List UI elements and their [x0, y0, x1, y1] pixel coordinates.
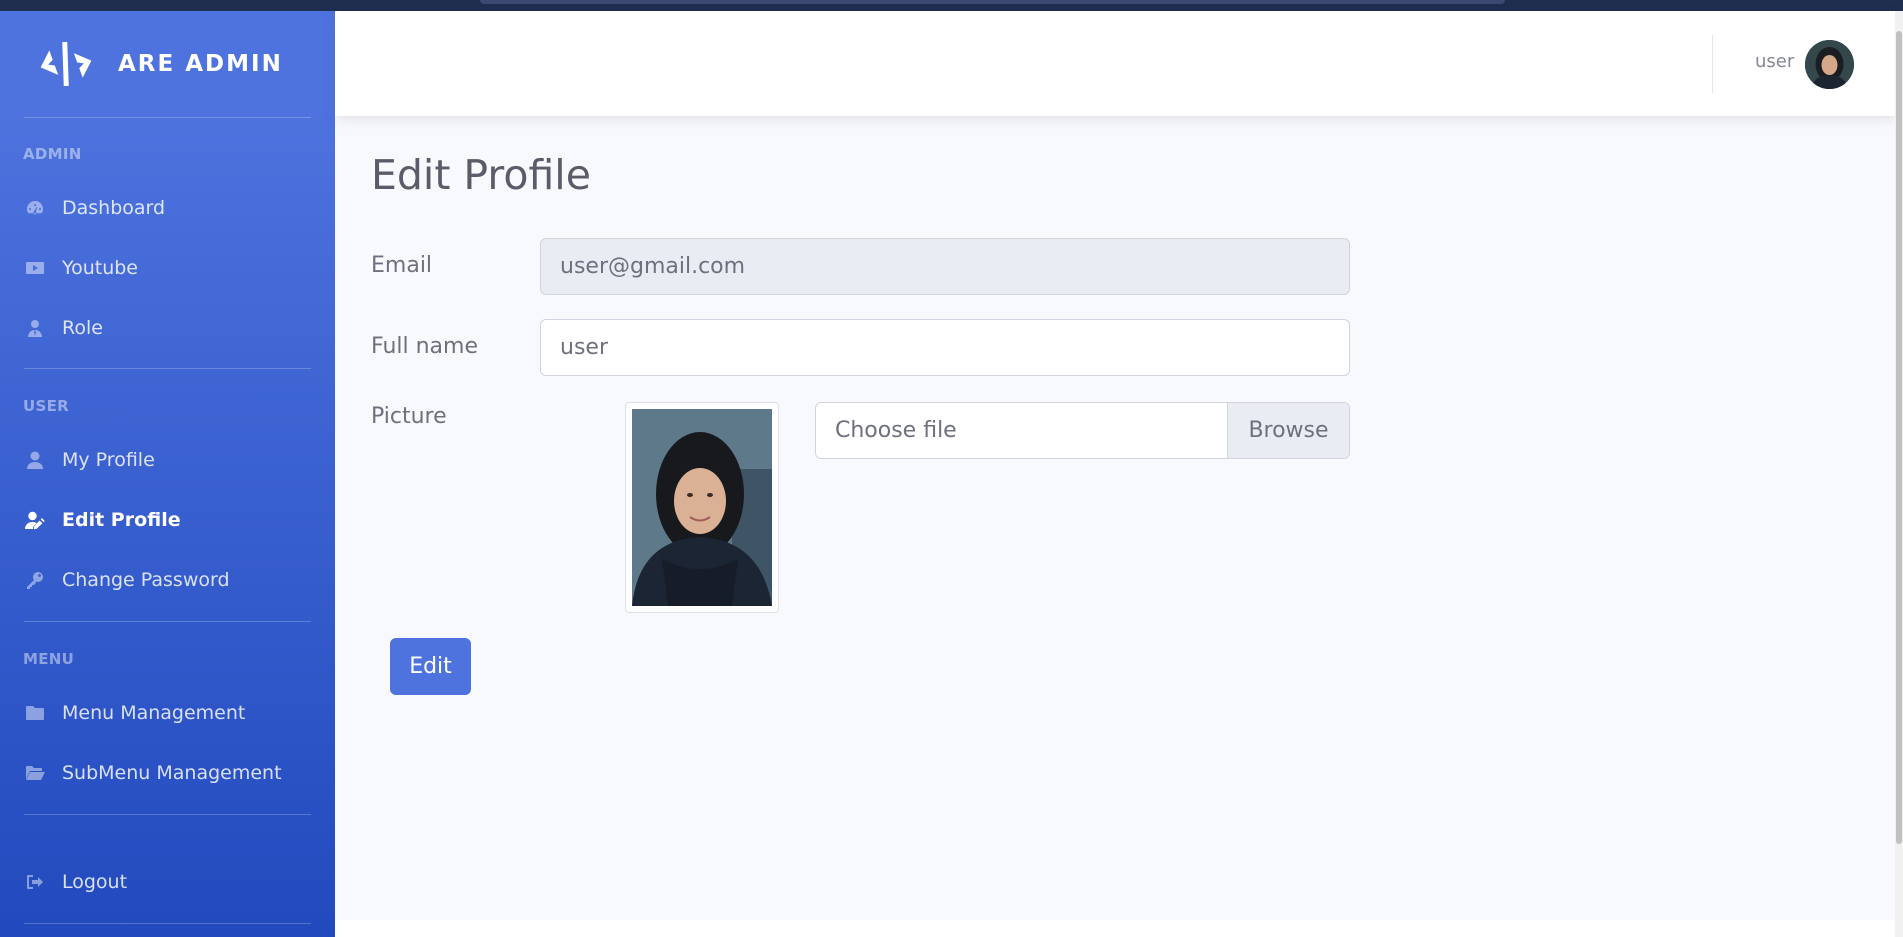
code-brackets-icon	[40, 41, 92, 86]
topbar-divider	[1712, 35, 1713, 93]
topbar: user	[335, 11, 1895, 116]
sidebar-item-menu-management[interactable]: Menu Management	[0, 689, 335, 737]
brand-name: ARE ADMIN	[118, 50, 283, 77]
user-icon	[24, 450, 46, 470]
sidebar-item-role[interactable]: Role	[0, 304, 335, 352]
picture-file-input[interactable]: Choose file Browse	[815, 402, 1350, 459]
sidebar: ARE ADMIN ADMIN Dashboard Youtube Role U…	[0, 11, 335, 937]
browser-top-strip	[0, 0, 1903, 11]
sidebar-item-label: Change Password	[62, 569, 230, 591]
sign-out-icon	[24, 872, 46, 892]
sidebar-item-my-profile[interactable]: My Profile	[0, 436, 335, 484]
sidebar-divider	[24, 814, 311, 815]
browser-tab-hint	[480, 0, 1505, 4]
key-icon	[24, 570, 46, 590]
sidebar-item-label: Role	[62, 317, 103, 339]
sidebar-item-label: Dashboard	[62, 197, 166, 219]
sidebar-heading-admin: ADMIN	[23, 145, 82, 163]
sidebar-item-label: Youtube	[62, 257, 138, 279]
profile-picture-thumbnail	[625, 402, 779, 613]
avatar[interactable]	[1805, 40, 1854, 89]
sidebar-heading-menu: MENU	[23, 650, 75, 668]
file-input-label[interactable]: Choose file	[816, 403, 1227, 458]
user-tie-icon	[24, 318, 46, 338]
footer	[335, 920, 1895, 937]
sidebar-divider	[24, 117, 311, 118]
picture-label: Picture	[371, 404, 447, 429]
sidebar-item-dashboard[interactable]: Dashboard	[0, 184, 335, 232]
sidebar-heading-user: USER	[23, 397, 69, 415]
user-edit-icon	[24, 510, 46, 530]
edit-submit-button[interactable]: Edit	[390, 638, 471, 695]
sidebar-item-label: SubMenu Management	[62, 762, 282, 784]
email-field[interactable]	[540, 238, 1350, 295]
sidebar-item-label: Menu Management	[62, 702, 246, 724]
page-title: Edit Profile	[371, 151, 591, 199]
email-label: Email	[371, 253, 433, 278]
browse-button[interactable]: Browse	[1227, 403, 1349, 458]
sidebar-item-edit-profile[interactable]: Edit Profile	[0, 496, 335, 544]
sidebar-item-submenu-management[interactable]: SubMenu Management	[0, 749, 335, 797]
fullname-field[interactable]	[540, 319, 1350, 376]
fullname-label: Full name	[371, 334, 479, 359]
folder-icon	[24, 703, 46, 723]
sidebar-item-youtube[interactable]: Youtube	[0, 244, 335, 292]
sidebar-divider	[24, 923, 311, 924]
profile-photo	[632, 409, 772, 606]
sidebar-divider	[24, 621, 311, 622]
sidebar-divider	[24, 368, 311, 369]
folder-open-icon	[24, 763, 46, 783]
sidebar-item-label: Logout	[62, 871, 128, 893]
tachometer-icon	[24, 198, 46, 218]
sidebar-item-logout[interactable]: Logout	[0, 858, 335, 906]
topbar-user-name[interactable]: user	[1755, 51, 1794, 72]
sidebar-item-label: Edit Profile	[62, 509, 181, 531]
youtube-icon	[24, 258, 46, 278]
sidebar-brand[interactable]: ARE ADMIN	[0, 11, 335, 116]
sidebar-item-change-password[interactable]: Change Password	[0, 556, 335, 604]
scrollbar-thumb[interactable]	[1896, 31, 1902, 844]
page-scrollbar[interactable]	[1895, 11, 1903, 937]
main-content: Edit Profile Email Full name Picture Cho…	[335, 116, 1895, 921]
sidebar-item-label: My Profile	[62, 449, 155, 471]
